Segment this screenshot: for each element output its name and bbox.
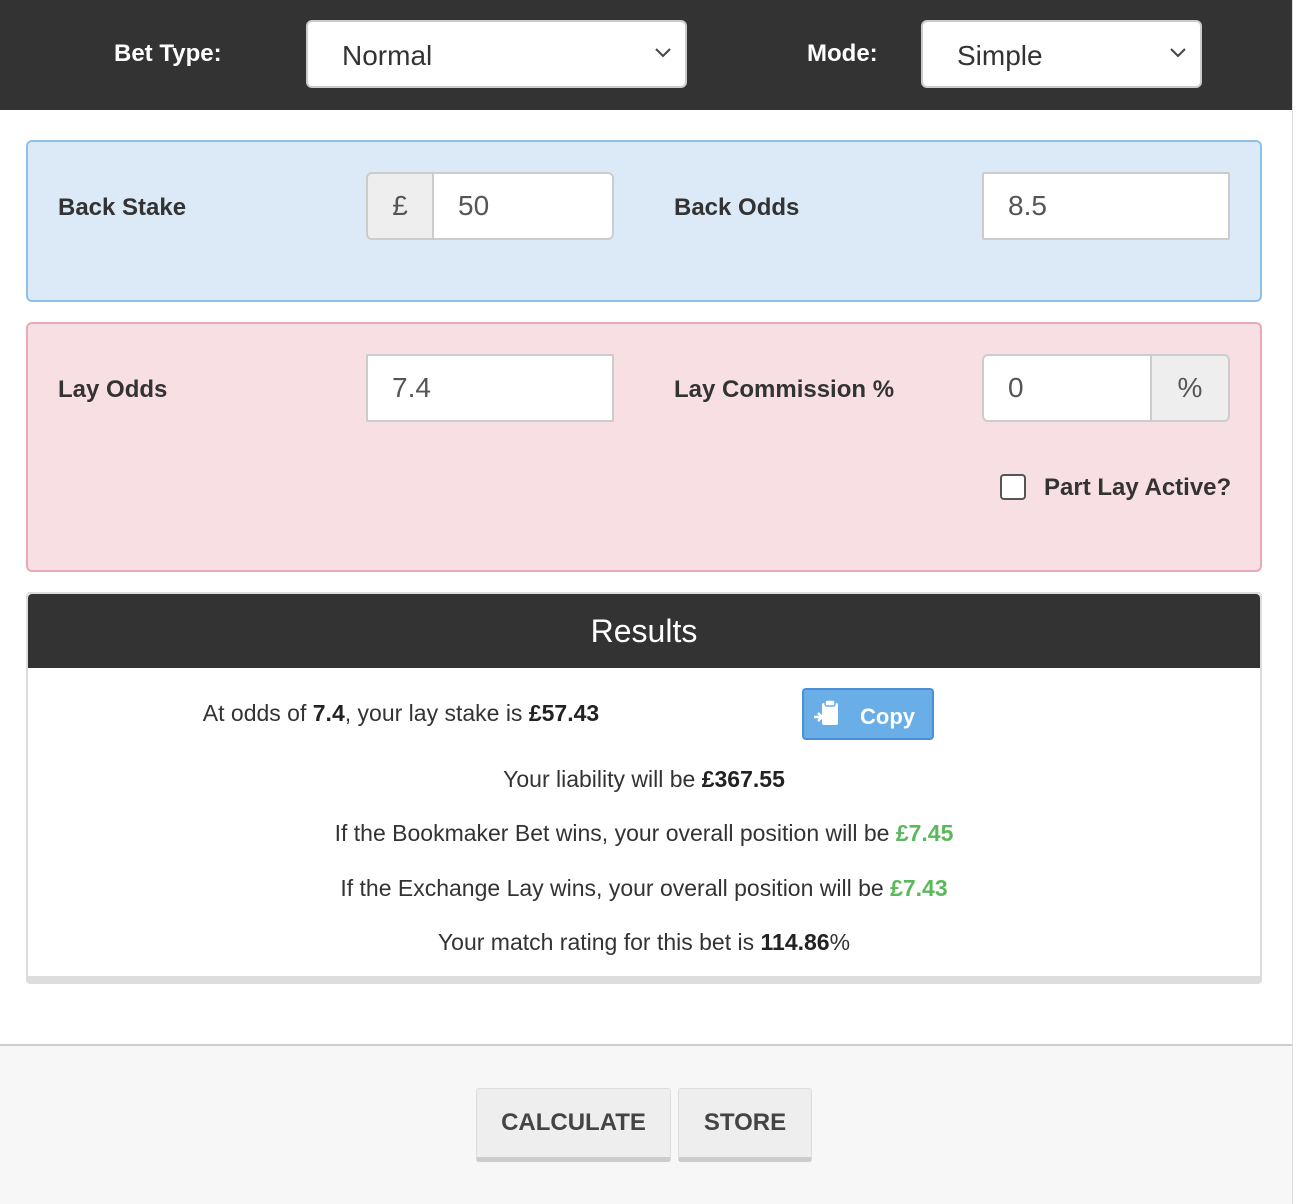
lay-stake-line: At odds of 7.4, your lay stake is £57.43	[28, 700, 774, 727]
exchange-wins-value: £7.43	[890, 875, 948, 901]
chevron-down-icon	[1170, 48, 1186, 58]
percent-addon: %	[1150, 354, 1230, 422]
copy-button[interactable]: Copy	[802, 688, 934, 740]
lay-odds-input[interactable]: 7.4	[366, 354, 614, 422]
lay-bet-panel: Lay Odds 7.4 Lay Commission % 0 % Part L…	[26, 322, 1262, 572]
lay-commission-input[interactable]: 0	[982, 354, 1152, 422]
back-stake-label: Back Stake	[58, 194, 187, 221]
mode-select[interactable]: Simple	[921, 20, 1202, 88]
lay-odds-label: Lay Odds	[58, 376, 168, 403]
back-odds-label: Back Odds	[674, 194, 800, 221]
lay-stake-prefix: At odds of	[202, 700, 313, 726]
liability-prefix: Your liability will be	[503, 766, 702, 792]
action-footer: CALCULATE STORE	[0, 1044, 1292, 1204]
bookmaker-wins-line: If the Bookmaker Bet wins, your overall …	[28, 820, 1260, 847]
exchange-wins-prefix: If the Exchange Lay wins, your overall p…	[340, 875, 891, 901]
lay-stake-value: £57.43	[528, 700, 600, 726]
bookmaker-wins-value: £7.45	[895, 820, 954, 846]
match-rating-suffix: %	[829, 929, 851, 955]
calculate-button[interactable]: CALCULATE	[476, 1088, 671, 1162]
bet-type-value: Normal	[342, 40, 433, 71]
results-panel: Results At odds of 7.4, your lay stake i…	[26, 592, 1262, 984]
match-rating-line: Your match rating for this bet is 114.86…	[28, 929, 1260, 956]
back-bet-panel: Back Stake £ 50 Back Odds 8.5	[26, 140, 1262, 302]
liability-line: Your liability will be £367.55	[28, 766, 1260, 793]
results-title: Results	[28, 594, 1260, 668]
part-lay-label[interactable]: Part Lay Active?	[1044, 474, 1231, 502]
bet-type-label: Bet Type:	[114, 40, 222, 67]
exchange-wins-line: If the Exchange Lay wins, your overall p…	[28, 875, 1260, 902]
mode-value: Simple	[957, 40, 1043, 71]
bookmaker-wins-prefix: If the Bookmaker Bet wins, your overall …	[334, 820, 896, 846]
back-stake-input[interactable]: 50	[432, 172, 614, 240]
store-button[interactable]: STORE	[678, 1088, 812, 1162]
mode-label: Mode:	[807, 40, 878, 67]
settings-bar: Bet Type: Normal Mode: Simple	[0, 0, 1292, 110]
copy-label: Copy	[860, 704, 915, 729]
part-lay-checkbox[interactable]	[1000, 474, 1026, 500]
lay-odds-value: 7.4	[312, 700, 345, 726]
match-rating-prefix: Your match rating for this bet is	[437, 929, 761, 955]
chevron-down-icon	[655, 48, 671, 58]
lay-stake-mid: , your lay stake is	[344, 700, 529, 726]
lay-commission-label: Lay Commission %	[674, 376, 895, 403]
liability-value: £367.55	[701, 766, 785, 792]
currency-addon: £	[366, 172, 434, 240]
clipboard-copy-icon	[814, 699, 838, 725]
back-odds-input[interactable]: 8.5	[982, 172, 1230, 240]
match-rating-value: 114.86	[760, 929, 830, 955]
page-edge	[1292, 0, 1296, 1204]
bet-type-select[interactable]: Normal	[306, 20, 687, 88]
